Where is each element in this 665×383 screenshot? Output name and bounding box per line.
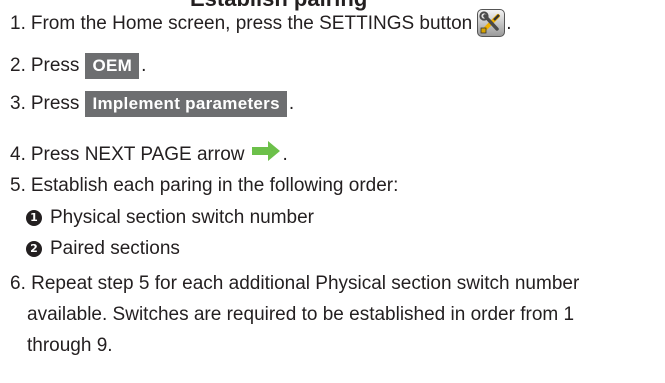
step-text-line-1: Repeat step 5 for each additional Physic…	[31, 273, 580, 294]
step-4: 4. Press NEXT PAGE arrow .	[10, 140, 288, 169]
step-end: .	[141, 55, 147, 76]
step-2: 2. Press OEM .	[10, 53, 146, 79]
number-1-marker: 1	[26, 210, 42, 226]
step-5: 5. Establish each paring in the followin…	[10, 174, 398, 198]
green-right-arrow-icon	[251, 140, 281, 169]
step-3: 3. Press Implement parameters .	[10, 91, 294, 117]
step-end: .	[506, 13, 512, 34]
step-text: Establish each paring in the following o…	[30, 175, 399, 196]
step-text: Press	[30, 55, 80, 76]
implement-parameters-button[interactable]: Implement parameters	[85, 91, 287, 117]
step-text-line-2: available. Switches are required to be e…	[27, 304, 575, 325]
oem-button[interactable]: OEM	[85, 53, 140, 79]
step-number: 4.	[10, 143, 26, 165]
step-end: .	[288, 93, 295, 114]
sub-step-text: Physical section switch number	[50, 207, 314, 228]
step-number: 2.	[10, 55, 26, 76]
step-number: 3.	[10, 93, 26, 114]
step-number: 1.	[10, 13, 26, 34]
step-text: Press NEXT PAGE arrow	[30, 143, 245, 165]
step-number: 6.	[10, 273, 26, 294]
settings-tools-icon	[477, 9, 506, 37]
step-6: 6. Repeat step 5 for each additional Phy…	[10, 268, 650, 361]
step-text: From the Home screen, press the SETTINGS…	[30, 13, 473, 34]
number-2-marker: 2	[26, 241, 42, 257]
step-1: 1. From the Home screen, press the SETTI…	[10, 9, 512, 38]
step-text: Press	[30, 93, 80, 114]
step-5-sub-2: 2 Paired sections	[26, 237, 180, 261]
step-text-line-3: through 9.	[27, 335, 113, 356]
step-number: 5.	[10, 175, 26, 196]
sub-step-text: Paired sections	[50, 238, 180, 259]
step-5-sub-1: 1 Physical section switch number	[26, 206, 314, 230]
step-end: .	[282, 143, 288, 165]
